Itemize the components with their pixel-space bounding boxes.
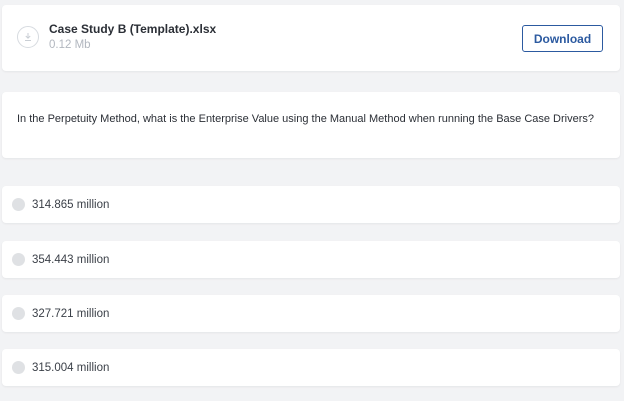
file-size: 0.12 Mb — [49, 39, 91, 51]
answer-option[interactable]: 314.865 million — [2, 186, 620, 223]
answer-option[interactable]: 315.004 million — [2, 349, 620, 386]
question-card: In the Perpetuity Method, what is the En… — [2, 92, 620, 158]
question-text: In the Perpetuity Method, what is the En… — [17, 113, 595, 125]
attachment-card: Case Study B (Template).xlsx 0.12 Mb Dow… — [2, 5, 620, 71]
radio-button[interactable] — [12, 361, 25, 374]
radio-button[interactable] — [12, 198, 25, 211]
answer-option-label: 315.004 million — [32, 361, 110, 374]
radio-button[interactable] — [12, 253, 25, 266]
answer-option-label: 314.865 million — [32, 198, 110, 211]
file-name: Case Study B (Template).xlsx — [49, 22, 217, 36]
download-file-icon — [17, 26, 39, 48]
radio-button[interactable] — [12, 307, 25, 320]
answer-option-label: 327.721 million — [32, 307, 110, 320]
answer-option[interactable]: 354.443 million — [2, 241, 620, 278]
answer-option-label: 354.443 million — [32, 253, 110, 266]
download-button[interactable]: Download — [522, 25, 603, 52]
answer-option[interactable]: 327.721 million — [2, 295, 620, 332]
